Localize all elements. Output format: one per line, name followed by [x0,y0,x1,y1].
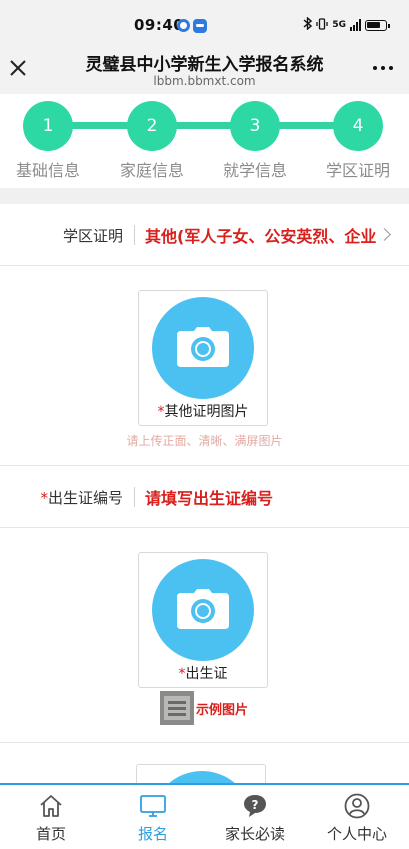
example-image-link[interactable]: 示例图片 [160,691,248,725]
home-icon [38,793,64,819]
district-proof-select[interactable]: 学区证明 其他(军人子女、公安英烈、企业 [0,204,409,266]
step-4[interactable]: 4 学区证明 [308,101,408,181]
step-3-circle: 3 [230,101,280,151]
birth-cert-number-input[interactable]: 请填写出生证编号 [145,485,385,509]
step-4-circle: 4 [333,101,383,151]
step-3-label: 就学信息 [222,161,287,180]
upload-circle [152,559,254,661]
page-url: lbbm.bbmxt.com [153,74,256,88]
battery-icon [365,19,390,31]
example-image-label: 示例图片 [196,702,249,718]
more-options-icon[interactable] [373,66,393,70]
bluetooth-icon [303,16,313,33]
nav-label-profile: 个人中心 [326,825,387,843]
row-divider [0,742,409,743]
bottom-nav: 首页 报名 ? 家长必读 个人中心 [0,783,409,849]
nav-item-register[interactable]: 报名 [102,785,204,849]
nav-item-parent-guide[interactable]: ? 家长必读 [204,785,306,849]
nav-label-home: 首页 [35,825,66,843]
required-mark: * [157,404,165,420]
required-mark: * [40,489,48,507]
network-type-label: 5G [332,20,346,30]
step-3[interactable]: 3 就学信息 [205,101,305,181]
birth-cert-number-field[interactable]: *出生证编号 请填写出生证编号 [0,466,409,528]
status-bar: 09:40 5G [0,0,409,44]
help-icon: ? [242,793,268,819]
nav-label-parent-guide: 家长必读 [224,825,285,843]
example-thumbnail [160,691,194,725]
message-notification-icon [193,19,207,33]
svg-text:?: ? [252,798,259,812]
progress-stepper: 1 基础信息 2 家庭信息 3 就学信息 4 学区证明 [0,94,409,188]
birth-cert-caption: *出生证 [139,663,267,683]
app-screen: 09:40 5G 灵璧县中小学新生入学报名系统 lbbm.bbmxt.com 1… [0,0,409,849]
camera-icon [177,327,229,367]
title-bar: 灵璧县中小学新生入学报名系统 lbbm.bbmxt.com [0,44,409,94]
nav-item-profile[interactable]: 个人中心 [306,785,408,849]
nav-item-home[interactable]: 首页 [0,785,102,849]
step-1-circle: 1 [23,101,73,151]
section-divider [0,188,409,204]
page-title: 灵璧县中小学新生入学报名系统 [85,55,324,75]
birth-cert-number-label: *出生证编号 [40,487,123,508]
signal-icon [350,19,361,31]
step-2[interactable]: 2 家庭信息 [102,101,202,181]
district-proof-label: 学区证明 [62,227,123,245]
other-proof-caption: *其他证明图片 [139,401,267,421]
birth-cert-caption-text: 出生证 [185,666,228,682]
required-mark: * [178,666,186,682]
other-proof-upload[interactable]: *其他证明图片 [138,290,268,426]
step-4-label: 学区证明 [325,161,390,180]
vibrate-icon [316,17,328,33]
camera-icon [177,589,229,629]
birth-cert-number-label-text: 出生证编号 [47,489,123,507]
other-proof-caption-text: 其他证明图片 [164,404,249,420]
district-proof-value: 其他(军人子女、公安英烈、企业 [145,227,377,246]
birth-cert-upload[interactable]: *出生证 [138,552,268,688]
app-notification-icon [177,19,190,32]
step-2-label: 家庭信息 [119,161,184,180]
field-divider [134,487,135,507]
field-divider [134,225,135,245]
step-2-circle: 2 [127,101,177,151]
step-1-label: 基础信息 [15,161,80,180]
user-icon [344,793,370,819]
status-indicators: 5G [303,16,390,33]
step-1[interactable]: 1 基础信息 [0,101,98,181]
monitor-icon [140,793,166,819]
upload-hint: 请上传正面、清晰、满屏图片 [126,434,283,448]
nav-label-register: 报名 [137,825,168,843]
upload-circle [152,297,254,399]
